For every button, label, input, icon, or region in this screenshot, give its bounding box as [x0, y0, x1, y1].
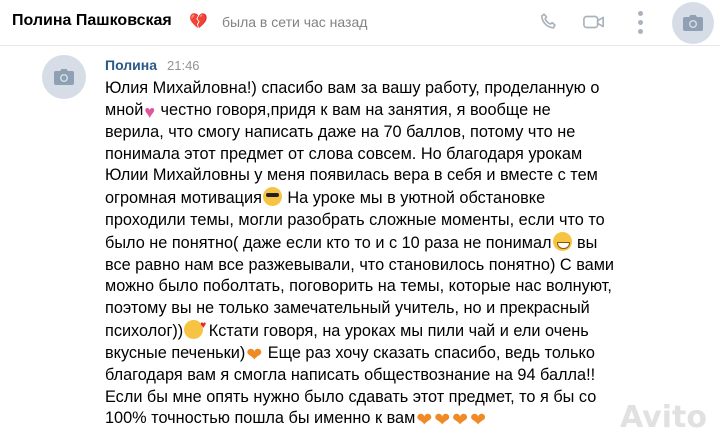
message-text-segment: Юлия Михайловна!) спасибо вам за вашу ра… — [105, 79, 600, 97]
camera-icon — [683, 15, 703, 31]
message-author[interactable]: Полина — [105, 57, 157, 73]
message-text-segment: поэтому вы не только замечательный учите… — [105, 299, 590, 318]
emoji-icon: ❤ — [470, 410, 486, 432]
message-text-segment: все равно нам все разжевывали, что стано… — [105, 255, 615, 274]
message-time[interactable]: 21:46 — [167, 58, 200, 73]
emoji-icon: ♥ — [144, 101, 156, 122]
message-line: Юлия Михайловна!) спасибо вам за вашу ра… — [105, 78, 720, 100]
message-text-segment: было не понятно( даже если кто то и с 10… — [105, 233, 552, 252]
emoji-icon: ❤ — [452, 410, 469, 432]
message-line: психолог)) Кстати говоря, на уроках мы п… — [105, 315, 720, 343]
message-line: было не понятно( даже если кто то и с 10… — [105, 231, 720, 255]
message-line: проходили темы, могли разобрать сложные … — [105, 210, 720, 232]
chat-header: Полина Пашковская 💔 была в сети час наза… — [0, 0, 720, 46]
message-line: можно было поболтать, поговорить на темы… — [105, 276, 720, 298]
message-line: поэтому вы не только замечательный учите… — [105, 298, 720, 320]
camera-icon — [54, 69, 74, 85]
message-line: Юлии Михайловны у меня появилась вера в … — [105, 165, 720, 187]
message-text-segment: мной — [105, 100, 144, 119]
message-text-segment: понимала этот предмет от слова совсем. Н… — [105, 144, 583, 163]
message-line: все равно нам все разжевывали, что стано… — [105, 255, 720, 277]
message-line: вкусные печеньки)❤ Еще раз хочу сказать … — [105, 343, 720, 365]
message-text-segment: вкусные печеньки) — [105, 343, 246, 362]
message-text-segment: проходили темы, могли разобрать сложные … — [105, 210, 605, 229]
contact-name[interactable]: Полина Пашковская — [12, 12, 172, 30]
contact-avatar[interactable] — [672, 2, 714, 44]
message-line: мной♥ честно говоря,придя к вам на занят… — [105, 100, 720, 122]
message-text-segment: Юлии Михайловны у меня появилась вера в … — [105, 166, 598, 185]
message-line: понимала этот предмет от слова совсем. Н… — [105, 144, 720, 166]
avito-watermark: Avito — [620, 400, 707, 435]
message-text-segment: можно было поболтать, поговорить на темы… — [105, 277, 612, 296]
message-text-segment: 100% точностью пошла бы именно к вам — [105, 409, 416, 428]
message-text-segment: огромная мотивация — [105, 189, 262, 208]
message-line: благодаря вам я смогла написать общество… — [105, 365, 720, 387]
message-text-segment: Еще раз хочу сказать спасибо, ведь тольк… — [263, 343, 595, 362]
video-camera-icon[interactable] — [580, 8, 608, 36]
emoji-icon: ❤ — [416, 410, 433, 432]
watermark-text: Avito — [620, 400, 707, 435]
message-text-segment: На уроке мы в уютной обстановке — [282, 189, 546, 208]
message-text-segment: вы — [572, 233, 598, 252]
sender-avatar[interactable] — [42, 55, 86, 99]
emoji-icon — [184, 315, 206, 339]
message-text-segment: благодаря вам я смогла написать общество… — [105, 365, 596, 384]
message-text-segment: Если бы мне опять нужно было сдавать это… — [105, 387, 597, 406]
emoji-icon: ❤ — [246, 344, 263, 366]
message-text-segment: верила, что смогу написать даже на 70 ба… — [105, 122, 576, 141]
emoji-icon: ❤ — [434, 410, 451, 432]
message-line: верила, что смогу написать даже на 70 ба… — [105, 122, 720, 144]
online-status: была в сети час назад — [222, 14, 368, 30]
message-line: огромная мотивация На уроке мы в уютной … — [105, 187, 720, 210]
message-text-segment: честно говоря,придя к вам на занятия, я … — [156, 100, 551, 119]
emoji-icon — [262, 187, 282, 207]
phone-icon[interactable] — [535, 8, 563, 36]
more-vertical-icon[interactable] — [626, 8, 654, 36]
emoji-icon — [552, 231, 572, 251]
message-text-segment: Кстати говоря, на уроках мы пили чай и е… — [204, 321, 589, 340]
message-text: Юлия Михайловна!) спасибо вам за вашу ра… — [105, 78, 720, 430]
broken-heart-icon: 💔 — [189, 13, 208, 30]
message-text-segment: психолог)) — [105, 321, 184, 340]
